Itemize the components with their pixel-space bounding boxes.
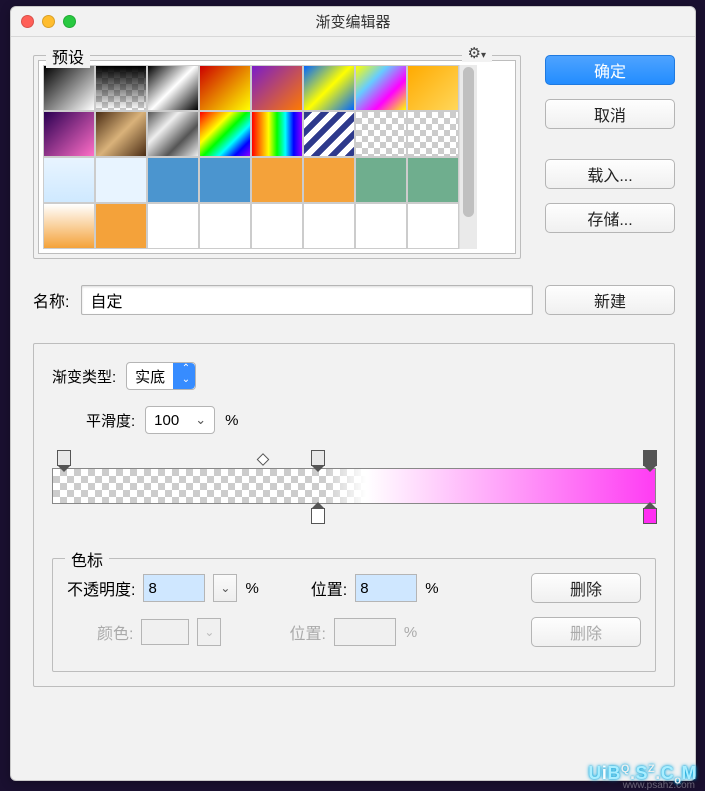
- gradient-settings-box: 渐变类型: 实底 平滑度: 100 %: [33, 343, 675, 687]
- color-stop-row-controls: 颜色: ⌄ 位置: % 删除: [67, 617, 641, 647]
- preset-swatch[interactable]: [199, 111, 251, 157]
- preset-swatch[interactable]: [251, 157, 303, 203]
- titlebar: 渐变编辑器: [11, 7, 695, 37]
- preset-swatch[interactable]: [407, 157, 459, 203]
- gradient-type-value: 实底: [135, 366, 165, 387]
- opacity-unit: %: [245, 580, 258, 597]
- position2-input: [334, 618, 396, 646]
- preset-swatch[interactable]: [199, 65, 251, 111]
- gradient-bar-area: [52, 450, 656, 536]
- preset-swatch[interactable]: [95, 157, 147, 203]
- top-row: 预设 ⚙▾: [33, 55, 675, 259]
- presets-inner: [38, 60, 516, 254]
- smoothness-unit: %: [225, 412, 238, 429]
- preset-swatch[interactable]: [303, 203, 355, 249]
- preset-swatch[interactable]: [43, 157, 95, 203]
- color-stop[interactable]: [311, 508, 325, 524]
- name-label: 名称:: [33, 288, 69, 312]
- preset-swatch[interactable]: [95, 203, 147, 249]
- name-row: 名称: 新建: [33, 285, 675, 315]
- gradient-type-label: 渐变类型:: [52, 366, 116, 387]
- position1-input[interactable]: [355, 574, 417, 602]
- color-swatch: [141, 619, 189, 645]
- preset-swatch[interactable]: [95, 111, 147, 157]
- preset-swatch[interactable]: [147, 203, 199, 249]
- color-dropdown-button: ⌄: [197, 618, 221, 646]
- preset-swatch[interactable]: [303, 111, 355, 157]
- presets-gear-icon[interactable]: ⚙▾: [462, 44, 492, 62]
- new-button[interactable]: 新建: [545, 285, 675, 315]
- color-label: 颜色:: [97, 620, 133, 644]
- smoothness-row: 平滑度: 100 %: [86, 406, 656, 434]
- preset-grid: [43, 65, 459, 249]
- preset-swatch[interactable]: [303, 157, 355, 203]
- delete-color-stop-button: 删除: [531, 617, 641, 647]
- save-button[interactable]: 存储...: [545, 203, 675, 233]
- preset-swatch[interactable]: [355, 203, 407, 249]
- opacity-dropdown-button[interactable]: ⌄: [213, 574, 237, 602]
- preset-swatch[interactable]: [355, 111, 407, 157]
- opacity-midpoint[interactable]: [257, 453, 270, 466]
- preset-swatch[interactable]: [43, 203, 95, 249]
- stops-legend: 色标: [65, 547, 109, 571]
- preset-swatch[interactable]: [251, 203, 303, 249]
- position1-unit: %: [425, 580, 438, 597]
- preset-swatch[interactable]: [303, 65, 355, 111]
- position2-label: 位置:: [289, 620, 325, 644]
- ok-button[interactable]: 确定: [545, 55, 675, 85]
- gradient-editor-window: 渐变编辑器 预设 ⚙▾: [10, 6, 696, 781]
- preset-swatch[interactable]: [147, 111, 199, 157]
- opacity-stop[interactable]: [311, 450, 325, 466]
- presets-legend: 预设: [46, 44, 90, 68]
- opacity-stop[interactable]: [57, 450, 71, 466]
- smoothness-value: 100: [154, 412, 179, 429]
- cancel-button[interactable]: 取消: [545, 99, 675, 129]
- gradient-bar[interactable]: [52, 468, 656, 504]
- opacity-row: 不透明度: ⌄ % 位置: % 删除: [67, 573, 641, 603]
- preset-swatch[interactable]: [251, 111, 303, 157]
- preset-swatch[interactable]: [147, 157, 199, 203]
- side-buttons: 确定 取消 载入... 存储...: [545, 55, 675, 259]
- preset-swatch[interactable]: [407, 203, 459, 249]
- stops-group: 色标 不透明度: ⌄ % 位置: % 删除 颜色: ⌄ 位置:: [52, 558, 656, 672]
- watermark-sub: www.psahz.com: [623, 780, 695, 791]
- window-title: 渐变编辑器: [11, 11, 695, 32]
- position2-unit: %: [404, 624, 417, 641]
- preset-swatch[interactable]: [199, 203, 251, 249]
- preset-scrollbar-thumb[interactable]: [463, 67, 474, 217]
- load-button[interactable]: 载入...: [545, 159, 675, 189]
- opacity-label: 不透明度:: [67, 576, 135, 600]
- preset-swatch[interactable]: [355, 157, 407, 203]
- delete-opacity-stop-button[interactable]: 删除: [531, 573, 641, 603]
- opacity-stop-row: [52, 450, 656, 468]
- gradient-type-select[interactable]: 实底: [126, 362, 196, 390]
- smoothness-label: 平滑度:: [86, 410, 135, 431]
- preset-swatch[interactable]: [43, 65, 95, 111]
- opacity-input[interactable]: [143, 574, 205, 602]
- name-input[interactable]: [81, 285, 533, 315]
- color-stop-row: [52, 504, 656, 524]
- color-stop[interactable]: [643, 508, 657, 524]
- preset-swatch[interactable]: [251, 65, 303, 111]
- preset-scrollbar[interactable]: [459, 65, 477, 249]
- preset-swatch[interactable]: [147, 65, 199, 111]
- presets-group: 预设 ⚙▾: [33, 55, 521, 259]
- gradient-type-row: 渐变类型: 实底: [52, 362, 656, 390]
- preset-swatch[interactable]: [407, 65, 459, 111]
- preset-swatch[interactable]: [407, 111, 459, 157]
- content: 预设 ⚙▾: [11, 37, 695, 707]
- preset-swatch[interactable]: [95, 65, 147, 111]
- preset-swatch[interactable]: [355, 65, 407, 111]
- preset-swatch[interactable]: [43, 111, 95, 157]
- smoothness-select[interactable]: 100: [145, 406, 215, 434]
- position1-label: 位置:: [311, 576, 347, 600]
- preset-swatch[interactable]: [199, 157, 251, 203]
- opacity-stop[interactable]: [643, 450, 657, 466]
